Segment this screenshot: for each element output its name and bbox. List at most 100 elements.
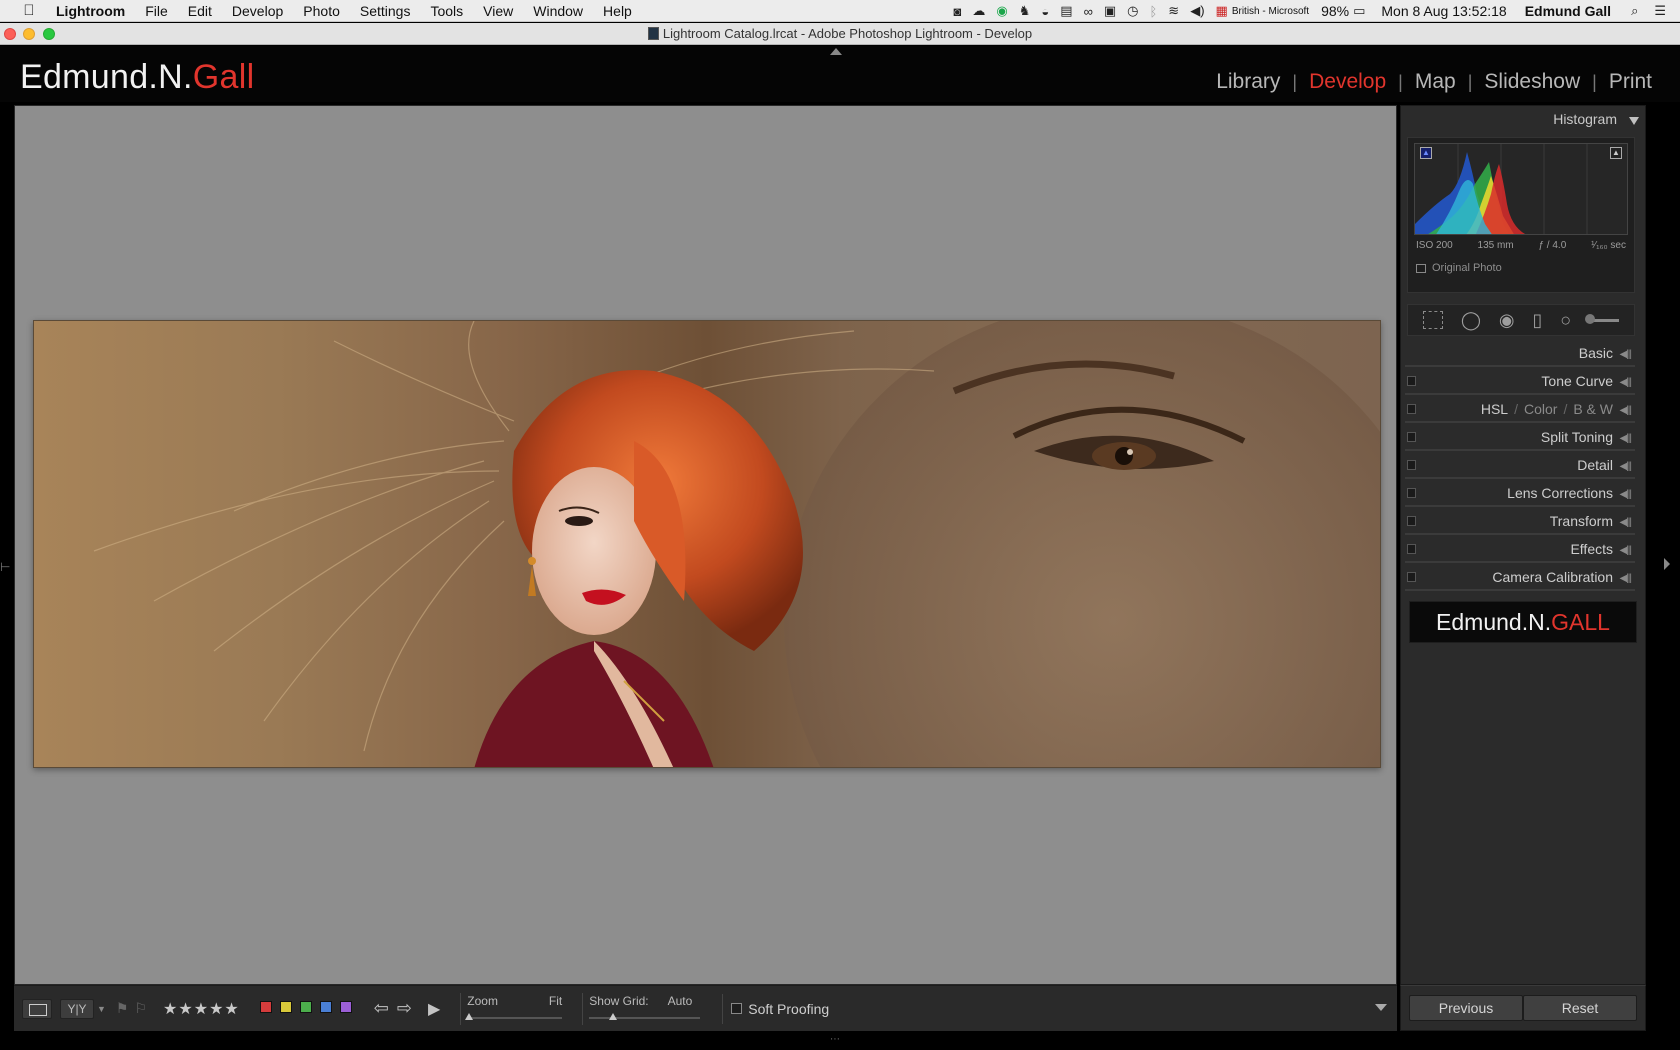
zoom-track[interactable] xyxy=(467,1016,563,1019)
red-label-swatch[interactable] xyxy=(259,1001,272,1013)
menu-app[interactable]: Lightroom xyxy=(56,3,125,19)
menu-window[interactable]: Window xyxy=(533,3,583,19)
original-photo-checkbox[interactable] xyxy=(1416,263,1426,273)
toolbar-menu-icon[interactable] xyxy=(1375,1004,1387,1011)
purple-label-swatch[interactable] xyxy=(339,1001,352,1013)
panel-switch[interactable] xyxy=(1407,404,1416,414)
grid-value[interactable]: Auto xyxy=(668,994,693,1008)
original-photo-toggle[interactable]: Original Photo xyxy=(1416,262,1502,274)
panel-transform[interactable]: Transform ◀||| xyxy=(1405,507,1635,535)
menu-file[interactable]: File xyxy=(145,3,168,19)
volume-icon[interactable]: ◀) xyxy=(1190,3,1204,19)
grid-track[interactable] xyxy=(589,1016,701,1019)
camera-icon[interactable]: ◙ xyxy=(954,4,962,19)
loupe-canvas[interactable] xyxy=(14,105,1397,985)
pick-flag-icon[interactable]: ⚑ xyxy=(116,1000,129,1017)
collapse-triangle-icon[interactable] xyxy=(1629,117,1639,125)
creative-cloud-icon[interactable]: ∞ xyxy=(1084,4,1093,19)
graduated-filter-icon[interactable]: ▯ xyxy=(1532,310,1542,331)
menu-photo[interactable]: Photo xyxy=(303,3,340,19)
battery-icon[interactable]: ▭ xyxy=(1353,3,1365,19)
soft-proofing-checkbox[interactable] xyxy=(731,1003,743,1014)
zoom-slider[interactable]: Zoom Fit xyxy=(460,992,563,1025)
menu-edit[interactable]: Edit xyxy=(188,3,212,19)
blue-label-swatch[interactable] xyxy=(319,1001,332,1013)
panel-lens-corrections[interactable]: Lens Corrections ◀||| xyxy=(1405,479,1635,507)
panel-effects[interactable]: Effects ◀||| xyxy=(1405,535,1635,563)
time-machine-icon[interactable]: ◷ xyxy=(1127,3,1138,19)
panel-switch[interactable] xyxy=(1407,516,1416,526)
menubar-clock[interactable]: Mon 8 Aug 13:52:18 xyxy=(1381,3,1506,19)
list-icon[interactable]: ☰ xyxy=(1654,3,1666,19)
previous-photo-icon[interactable]: ⇦ xyxy=(374,998,389,1019)
right-panel-toggle-icon[interactable] xyxy=(1664,558,1670,570)
panel-tone-curve[interactable]: Tone Curve ◀||| xyxy=(1405,367,1635,395)
shadow-clipping-indicator[interactable]: ▲ xyxy=(1420,147,1432,159)
tab-color[interactable]: Color xyxy=(1524,401,1557,417)
grid-thumb[interactable] xyxy=(609,1012,618,1020)
bowl-icon[interactable]: ◒ xyxy=(1041,4,1049,19)
menu-view[interactable]: View xyxy=(483,3,513,19)
tab-hsl[interactable]: HSL xyxy=(1481,401,1508,417)
crop-tool-icon[interactable] xyxy=(1422,311,1443,329)
green-label-swatch[interactable] xyxy=(299,1001,312,1013)
cloud-icon[interactable]: ☁ xyxy=(972,3,985,19)
panel-switch[interactable] xyxy=(1407,544,1416,554)
bluetooth-icon[interactable]: ᛒ xyxy=(1149,4,1157,19)
filmstrip-toggle-icon[interactable]: ⋯ xyxy=(830,1034,840,1045)
photo-preview[interactable] xyxy=(33,320,1381,768)
panel-split-toning[interactable]: Split Toning ◀||| xyxy=(1405,423,1635,451)
chevron-down-icon[interactable]: ▼ xyxy=(97,1004,106,1014)
highlight-clipping-indicator[interactable]: ▲ xyxy=(1610,147,1622,159)
menu-help[interactable]: Help xyxy=(603,3,632,19)
module-slideshow[interactable]: Slideshow xyxy=(1472,70,1592,94)
module-library[interactable]: Library xyxy=(1204,70,1292,94)
module-develop[interactable]: Develop xyxy=(1297,70,1398,94)
menu-tools[interactable]: Tools xyxy=(430,3,463,19)
grid-slider[interactable]: Show Grid: Auto xyxy=(582,992,701,1025)
panel-switch[interactable] xyxy=(1407,432,1416,442)
module-print[interactable]: Print xyxy=(1597,70,1652,94)
before-after-button[interactable]: Y|Y xyxy=(60,998,94,1019)
star-rating[interactable]: ★★★★★ xyxy=(163,999,240,1019)
tab-bw[interactable]: B & W xyxy=(1573,401,1613,417)
green-app-icon[interactable]: ◉ xyxy=(996,3,1007,19)
panel-switch[interactable] xyxy=(1407,460,1416,470)
play-icon[interactable]: ▶ xyxy=(428,999,440,1019)
drive-icon[interactable]: ▤ xyxy=(1060,3,1072,19)
radial-filter-icon[interactable]: ○ xyxy=(1560,310,1571,331)
top-panel-toggle-icon[interactable] xyxy=(830,48,842,55)
wifi-icon[interactable]: ≋ xyxy=(1168,3,1179,19)
next-photo-icon[interactable]: ⇨ xyxy=(397,998,412,1019)
module-map[interactable]: Map xyxy=(1403,70,1468,94)
keyboard-layout[interactable]: British - Microsoft xyxy=(1232,6,1309,17)
red-eye-icon[interactable]: ◉ xyxy=(1499,310,1515,331)
loupe-view-button[interactable] xyxy=(22,998,52,1019)
histogram[interactable]: ▲ ▲ ISO 200 135 mm ƒ / 4.0 ¹⁄₁₆₀ sec Ori… xyxy=(1407,137,1635,293)
yellow-label-swatch[interactable] xyxy=(279,1001,292,1013)
panel-switch[interactable] xyxy=(1407,572,1416,582)
adjustment-brush-icon[interactable] xyxy=(1585,313,1620,324)
spot-removal-icon[interactable]: ◯ xyxy=(1461,310,1481,331)
menu-develop[interactable]: Develop xyxy=(232,3,283,19)
soft-proofing-toggle[interactable]: Soft Proofing xyxy=(722,993,829,1024)
reset-button[interactable]: Reset xyxy=(1523,995,1637,1021)
histogram-header[interactable]: Histogram xyxy=(1401,106,1647,132)
panel-basic[interactable]: Basic ◀||| xyxy=(1405,339,1635,367)
histogram-graph[interactable]: ▲ ▲ xyxy=(1414,143,1628,235)
evernote-icon[interactable]: ♞ xyxy=(1019,3,1031,19)
panel-hsl[interactable]: HSL / Color / B & W ◀||| xyxy=(1405,395,1635,423)
panel-switch[interactable] xyxy=(1407,488,1416,498)
menubar-user[interactable]: Edmund Gall xyxy=(1525,3,1611,19)
zoom-thumb[interactable] xyxy=(465,1012,474,1020)
menu-settings[interactable]: Settings xyxy=(360,3,411,19)
battery-percent[interactable]: 98% xyxy=(1321,3,1349,19)
search-icon[interactable]: ⌕ xyxy=(1631,3,1638,19)
panel-detail[interactable]: Detail ◀||| xyxy=(1405,451,1635,479)
lock-icon[interactable]: ▣ xyxy=(1104,3,1116,19)
panel-camera-calibration[interactable]: Camera Calibration ◀||| xyxy=(1405,563,1635,591)
panel-switch[interactable] xyxy=(1407,376,1416,386)
apple-icon[interactable]:  xyxy=(20,2,38,19)
reject-flag-icon[interactable]: ⚐ xyxy=(134,1000,147,1017)
left-panel-toggle-icon[interactable]: ⊢ xyxy=(0,560,10,574)
